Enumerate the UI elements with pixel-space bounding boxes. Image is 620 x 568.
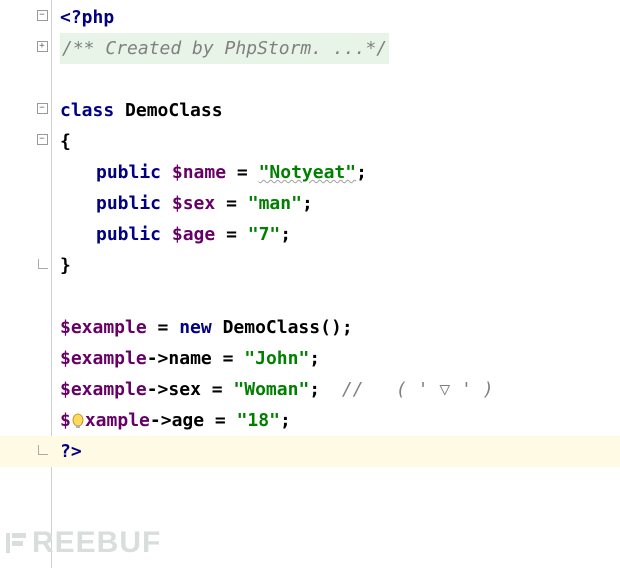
lightbulb-icon[interactable] (71, 410, 85, 428)
editor-gutter: − + − − (0, 0, 52, 568)
fold-start-icon[interactable]: − (36, 102, 48, 114)
fold-collapsed-icon[interactable]: + (36, 40, 48, 52)
code-line[interactable]: <?php (60, 2, 620, 33)
code-line[interactable]: public $name = "Notyeat"; (60, 157, 620, 188)
code-line-current[interactable]: ?> (52, 436, 620, 467)
fold-start-icon[interactable]: − (36, 133, 48, 145)
code-line[interactable]: class DemoClass (60, 95, 620, 126)
code-line[interactable]: public $age = "7"; (60, 219, 620, 250)
inline-comment: // ( ' ▽ ' ) (342, 379, 494, 400)
fold-start-icon[interactable]: − (36, 9, 48, 21)
class-name: DemoClass (125, 100, 223, 121)
fold-end-icon (36, 444, 48, 456)
code-line[interactable]: $example->name = "John"; (60, 343, 620, 374)
code-line (60, 64, 620, 95)
class-keyword: class (60, 100, 114, 121)
code-editor[interactable]: − + − − <?php /** Created by PhpStorm. .… (0, 0, 620, 568)
php-close-tag: ?> (60, 441, 82, 462)
code-line[interactable]: { (60, 126, 620, 157)
fold-end-icon (36, 258, 48, 270)
code-line (60, 281, 620, 312)
code-area[interactable]: <?php /** Created by PhpStorm. ...*/ cla… (52, 0, 620, 568)
php-open-tag: <?php (60, 7, 114, 28)
code-line[interactable]: $example->sex = "Woman"; // ( ' ▽ ' ) (60, 374, 620, 405)
code-line[interactable]: $example = new DemoClass(); (60, 312, 620, 343)
code-line[interactable]: } (60, 250, 620, 281)
docblock-comment: /** Created by PhpStorm. ...*/ (60, 33, 389, 64)
code-line[interactable]: public $sex = "man"; (60, 188, 620, 219)
code-line[interactable]: $xample->age = "18"; (60, 405, 620, 436)
code-line[interactable]: /** Created by PhpStorm. ...*/ (60, 33, 620, 64)
